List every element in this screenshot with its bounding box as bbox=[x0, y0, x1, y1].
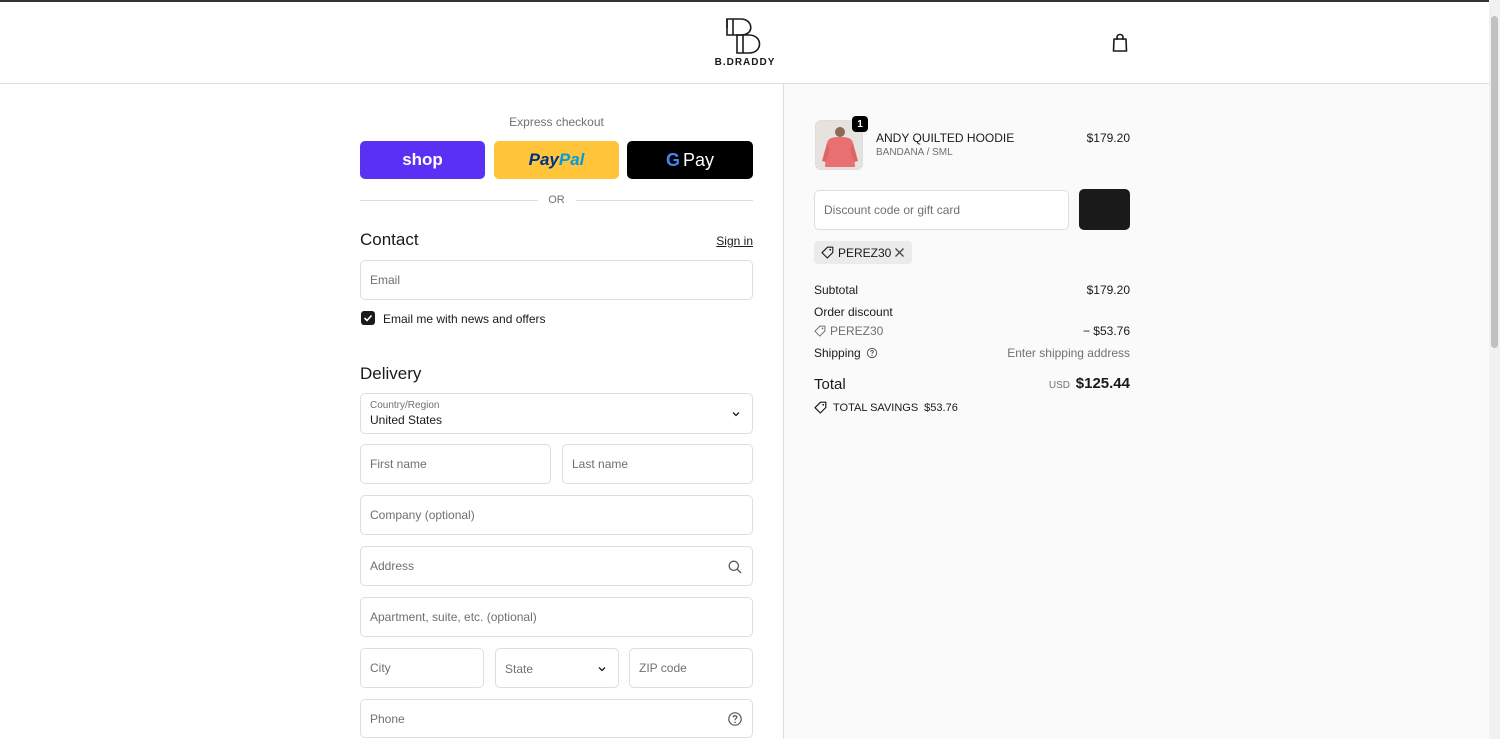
bag-icon[interactable] bbox=[1110, 32, 1130, 54]
contact-title: Contact bbox=[360, 230, 419, 249]
chevron-down-icon bbox=[598, 667, 606, 672]
state-placeholder: State bbox=[505, 662, 534, 676]
logo-monogram-icon bbox=[726, 18, 761, 54]
subtotal-label: Subtotal bbox=[814, 283, 859, 297]
discount-code-row: PEREZ30 bbox=[814, 324, 883, 338]
product-variant: BANDANA / SML bbox=[876, 147, 953, 158]
apartment-input[interactable] bbox=[361, 598, 752, 636]
delivery-title: Delivery bbox=[360, 364, 422, 383]
paypal-button[interactable]: Pay Pal bbox=[494, 141, 619, 179]
tag-icon bbox=[814, 401, 827, 414]
brand-name: B.DRADDY bbox=[714, 57, 776, 68]
total-savings: TOTAL SAVINGS $53.76 bbox=[814, 401, 958, 414]
city-field[interactable] bbox=[360, 648, 484, 688]
discount-input[interactable] bbox=[815, 191, 1068, 229]
check-icon bbox=[363, 314, 373, 322]
google-pay-button[interactable]: G Pay bbox=[627, 141, 753, 179]
shop-pay-button[interactable]: shop bbox=[360, 141, 485, 179]
first-name-input[interactable] bbox=[361, 445, 550, 483]
express-checkout-label: Express checkout bbox=[509, 115, 604, 129]
discount-field[interactable] bbox=[814, 190, 1069, 230]
chevron-down-icon bbox=[732, 412, 740, 417]
help-circle-icon[interactable] bbox=[866, 347, 878, 359]
zip-field[interactable] bbox=[629, 648, 753, 688]
address-field[interactable] bbox=[360, 546, 753, 586]
apply-discount-button[interactable] bbox=[1079, 189, 1130, 230]
company-input[interactable] bbox=[361, 496, 752, 534]
paypal-label-part2: Pal bbox=[558, 150, 585, 169]
subtotal-value: $179.20 bbox=[1086, 283, 1130, 297]
quantity-badge: 1 bbox=[852, 116, 868, 132]
shipping-label: Shipping bbox=[814, 346, 861, 360]
checkout-header: B.DRADDY bbox=[0, 2, 1489, 84]
applied-code-text: PEREZ30 bbox=[838, 246, 892, 260]
email-field[interactable] bbox=[360, 260, 753, 300]
or-divider-left bbox=[360, 200, 538, 201]
google-pay-label: Pay bbox=[682, 149, 715, 170]
newsletter-checkbox[interactable] bbox=[361, 311, 375, 325]
shipping-value: Enter shipping address bbox=[1007, 346, 1130, 360]
country-select[interactable]: Country/Region United States bbox=[360, 393, 753, 434]
total-currency: USD bbox=[1048, 380, 1070, 391]
order-discount-label: Order discount bbox=[814, 305, 893, 319]
last-name-input[interactable] bbox=[563, 445, 752, 483]
shipping-row: Shipping bbox=[814, 346, 878, 360]
city-input[interactable] bbox=[361, 649, 483, 687]
shop-pay-label: shop bbox=[402, 150, 443, 169]
savings-value: $53.76 bbox=[924, 401, 958, 414]
company-field[interactable] bbox=[360, 495, 753, 535]
help-circle-icon[interactable] bbox=[727, 711, 743, 727]
state-select[interactable]: State bbox=[495, 648, 619, 688]
brand-logo[interactable]: B.DRADDY bbox=[708, 16, 782, 72]
apartment-field[interactable] bbox=[360, 597, 753, 637]
phone-input[interactable] bbox=[361, 700, 752, 737]
last-name-field[interactable] bbox=[562, 444, 753, 484]
first-name-field[interactable] bbox=[360, 444, 551, 484]
country-value: United States bbox=[370, 413, 443, 427]
tag-icon bbox=[821, 246, 834, 259]
google-g-icon: G bbox=[665, 149, 680, 170]
total-label: Total bbox=[814, 376, 846, 393]
tag-icon bbox=[814, 325, 826, 337]
paypal-label-part1: Pay bbox=[528, 150, 559, 169]
savings-label: TOTAL SAVINGS bbox=[833, 401, 919, 414]
page-scrollbar[interactable] bbox=[1489, 0, 1500, 739]
total-amount: $125.44 bbox=[1075, 375, 1130, 392]
country-label: Country/Region bbox=[370, 400, 440, 411]
or-divider-right bbox=[576, 200, 753, 201]
search-icon[interactable] bbox=[727, 559, 743, 575]
discount-code-text: PEREZ30 bbox=[830, 324, 884, 338]
newsletter-label[interactable]: Email me with news and offers bbox=[383, 312, 546, 326]
or-divider-text: OR bbox=[548, 194, 565, 206]
applied-code-chip: PEREZ30 bbox=[814, 241, 912, 264]
close-icon[interactable] bbox=[894, 247, 905, 258]
discount-value: − $53.76 bbox=[1082, 324, 1130, 338]
scrollbar-thumb[interactable] bbox=[1491, 16, 1498, 348]
phone-field[interactable] bbox=[360, 699, 753, 738]
product-price: $179.20 bbox=[1086, 131, 1130, 145]
address-input[interactable] bbox=[361, 547, 752, 585]
email-input[interactable] bbox=[361, 261, 752, 299]
product-name: ANDY QUILTED HOODIE bbox=[876, 131, 1015, 145]
zip-input[interactable] bbox=[630, 649, 752, 687]
sign-in-link[interactable]: Sign in bbox=[700, 234, 753, 248]
